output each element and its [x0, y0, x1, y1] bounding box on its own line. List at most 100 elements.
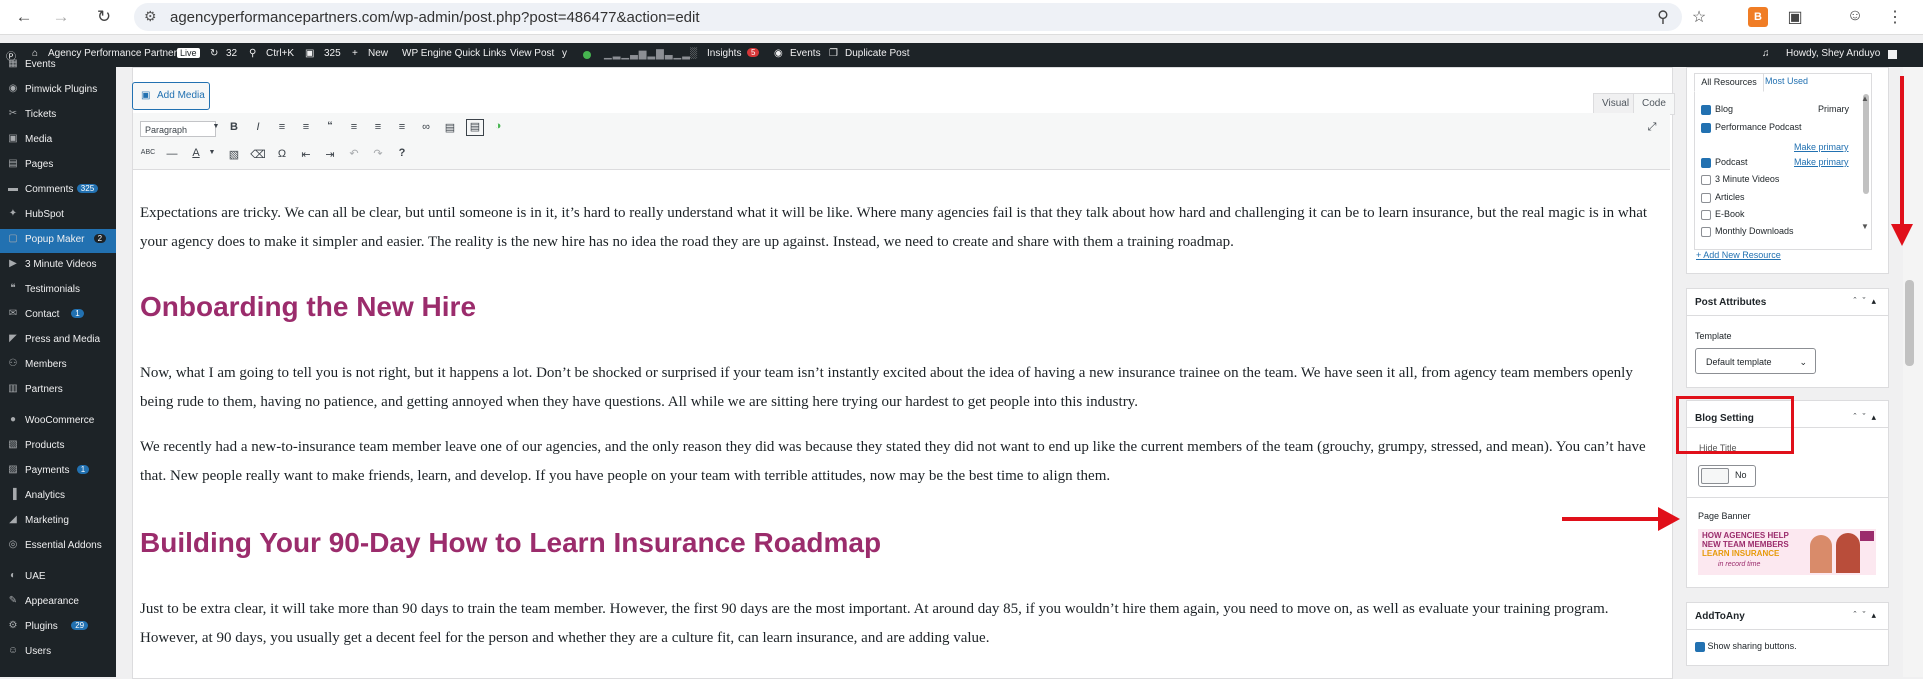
wp-engine-links[interactable]: WP Engine Quick Links [402, 48, 506, 59]
sidebar-item-tickets[interactable]: ✂ Tickets [0, 104, 116, 128]
plus-icon[interactable]: + [352, 48, 358, 59]
tab-visual[interactable]: Visual [1593, 93, 1639, 115]
sidebar-item-woocommerce[interactable]: ● WooCommerce [0, 410, 116, 434]
add-new-resource-link[interactable]: + Add New Resource [1696, 250, 1781, 260]
panel-controls-icon[interactable]: ˆˇ▴ [1853, 610, 1882, 621]
checkbox[interactable] [1695, 641, 1705, 652]
paragraph[interactable]: Expectations are tricky. We can all be c… [140, 199, 1650, 257]
resource-item[interactable]: E-Book [1701, 209, 1745, 220]
numbered-list-icon[interactable]: ≡ [298, 121, 314, 133]
fullscreen-icon[interactable]: ⤢ [1644, 121, 1660, 134]
checkbox[interactable] [1701, 174, 1711, 185]
sidebar-item-payments[interactable]: ▨ Payments 1 [0, 460, 116, 484]
events-icon[interactable]: ◉ [774, 48, 783, 59]
paragraph[interactable]: Now, what I am going to tell you is not … [140, 359, 1650, 417]
panel-controls-icon[interactable]: ˆˇ▴ [1853, 296, 1882, 307]
new-menu[interactable]: New [368, 48, 388, 59]
checkbox[interactable] [1701, 157, 1711, 168]
scroll-up-icon[interactable]: ▲ [1861, 94, 1869, 103]
clear-format-icon[interactable]: ⌫ [250, 148, 266, 161]
sidebar-item-comments[interactable]: ▬ Comments 325 [0, 179, 116, 203]
page-scrollbar[interactable] [1903, 67, 1923, 677]
sidebar-item-appearance[interactable]: ✎ Appearance [0, 591, 116, 615]
checkbox[interactable] [1701, 104, 1711, 115]
sidebar-item-members[interactable]: ⚇ Members [0, 354, 116, 378]
sidebar-item-media[interactable]: ▣ Media [0, 129, 116, 153]
paragraph[interactable]: Just to be extra clear, it will take mor… [140, 595, 1650, 653]
yoast-icon[interactable]: y [562, 48, 567, 59]
address-bar[interactable]: ⚙ agencyperformancepartners.com/wp-admin… [134, 3, 1682, 31]
search-shortcut[interactable]: Ctrl+K [266, 48, 294, 59]
extension-icon[interactable]: B [1748, 7, 1768, 27]
template-select[interactable]: Default template ⌄ [1695, 348, 1816, 374]
italic-icon[interactable]: I [250, 121, 266, 133]
sidebar-item-products[interactable]: ▧ Products [0, 435, 116, 459]
sidebar-item-users[interactable]: ☺ Users [0, 641, 116, 665]
sidebar-item-press-and-media[interactable]: ◤ Press and Media [0, 329, 116, 353]
updates-count[interactable]: 32 [226, 48, 237, 59]
sidebar-item-uae[interactable]: ◐ UAE [0, 566, 116, 590]
sidebar-item-essential-addons[interactable]: ◎ Essential Addons [0, 535, 116, 559]
sidebar-item-pimwick-plugins[interactable]: ◉ Pimwick Plugins [0, 79, 116, 103]
page-banner-image[interactable]: HOW AGENCIES HELP NEW TEAM MEMBERS LEARN… [1698, 529, 1876, 575]
sidebar-item-popup-maker[interactable]: ▢ Popup Maker 2 [0, 229, 116, 253]
resources-scrollbar[interactable] [1863, 94, 1869, 194]
strikethrough-icon[interactable]: ABC [140, 149, 156, 156]
panel-controls-icon[interactable]: ˆˇ▴ [1853, 412, 1882, 423]
bold-icon[interactable]: B [226, 121, 242, 133]
make-primary-link[interactable]: Make primary [1794, 157, 1849, 167]
sidebar-item-partners[interactable]: ▥ Partners [0, 379, 116, 403]
color-chevron-icon[interactable]: ▼ [204, 149, 220, 156]
insights-icon[interactable]: ░ [690, 48, 697, 59]
checkbox[interactable] [1701, 122, 1711, 133]
make-primary-link[interactable]: Make primary [1794, 142, 1849, 152]
sidebar-item-contact[interactable]: ✉ Contact 1 [0, 304, 116, 328]
tab-all-resources[interactable]: All Resources [1694, 73, 1764, 92]
puzzle-icon[interactable]: ▣ [1784, 7, 1806, 27]
zoom-icon[interactable]: ⚲ [1652, 7, 1674, 27]
scroll-down-icon[interactable]: ▼ [1861, 222, 1869, 231]
sidebar-item-analytics[interactable]: ▐ Analytics [0, 485, 116, 509]
resource-item[interactable]: Blog [1701, 104, 1733, 115]
back-icon[interactable]: ← [14, 7, 34, 27]
site-info-icon[interactable]: ⚙ [144, 8, 157, 25]
align-right-icon[interactable]: ≡ [394, 121, 410, 133]
heading[interactable]: Onboarding the New Hire [140, 291, 476, 323]
align-left-icon[interactable]: ≡ [346, 121, 362, 133]
checkbox[interactable] [1701, 209, 1711, 220]
sidebar-item-plugins[interactable]: ⚙ Plugins 29 [0, 616, 116, 640]
heading[interactable]: Building Your 90-Day How to Learn Insura… [140, 527, 881, 559]
bookmark-star-icon[interactable]: ☆ [1688, 7, 1710, 27]
sidebar-item-3-minute-videos[interactable]: ▶ 3 Minute Videos [0, 254, 116, 278]
paste-text-icon[interactable]: ▧ [226, 148, 242, 161]
toolbar-toggle-icon[interactable]: ▤ [466, 119, 484, 136]
profile-icon[interactable]: ☺ [1844, 7, 1866, 25]
tab-most-used[interactable]: Most Used [1765, 73, 1808, 90]
resource-item[interactable]: Articles [1701, 192, 1745, 203]
sidebar-item-hubspot[interactable]: ✦ HubSpot [0, 204, 116, 228]
user-greeting[interactable]: Howdy, Shey Anduyo [1786, 48, 1880, 59]
duplicate-icon[interactable]: ❐ [829, 48, 838, 59]
events-link[interactable]: Events [790, 48, 821, 59]
hide-title-toggle[interactable]: No [1698, 465, 1756, 487]
updates-icon[interactable]: ↻ [210, 48, 218, 59]
paragraph[interactable]: We recently had a new-to-insurance team … [140, 433, 1650, 491]
resource-item[interactable]: Monthly Downloads [1701, 226, 1794, 237]
reload-icon[interactable]: ↻ [94, 7, 114, 27]
redo-icon[interactable]: ↷ [370, 147, 386, 160]
plugin-icon[interactable]: ◑ [490, 120, 506, 132]
duplicate-post-link[interactable]: Duplicate Post [845, 48, 909, 59]
undo-icon[interactable]: ↶ [346, 147, 362, 160]
bullet-list-icon[interactable]: ≡ [274, 121, 290, 133]
blockquote-icon[interactable]: “ [322, 120, 338, 132]
horizontal-line-icon[interactable]: — [164, 148, 180, 160]
help-icon[interactable]: ? [394, 147, 410, 159]
text-color-icon[interactable]: A [188, 147, 204, 159]
indent-icon[interactable]: ⇥ [322, 148, 338, 161]
align-center-icon[interactable]: ≡ [370, 121, 386, 133]
special-char-icon[interactable]: Ω [274, 148, 290, 160]
insights-link[interactable]: Insights [707, 48, 741, 59]
format-select[interactable]: Paragraph [140, 121, 216, 137]
tab-code[interactable]: Code [1633, 93, 1675, 115]
read-more-icon[interactable]: ▤ [442, 121, 458, 134]
